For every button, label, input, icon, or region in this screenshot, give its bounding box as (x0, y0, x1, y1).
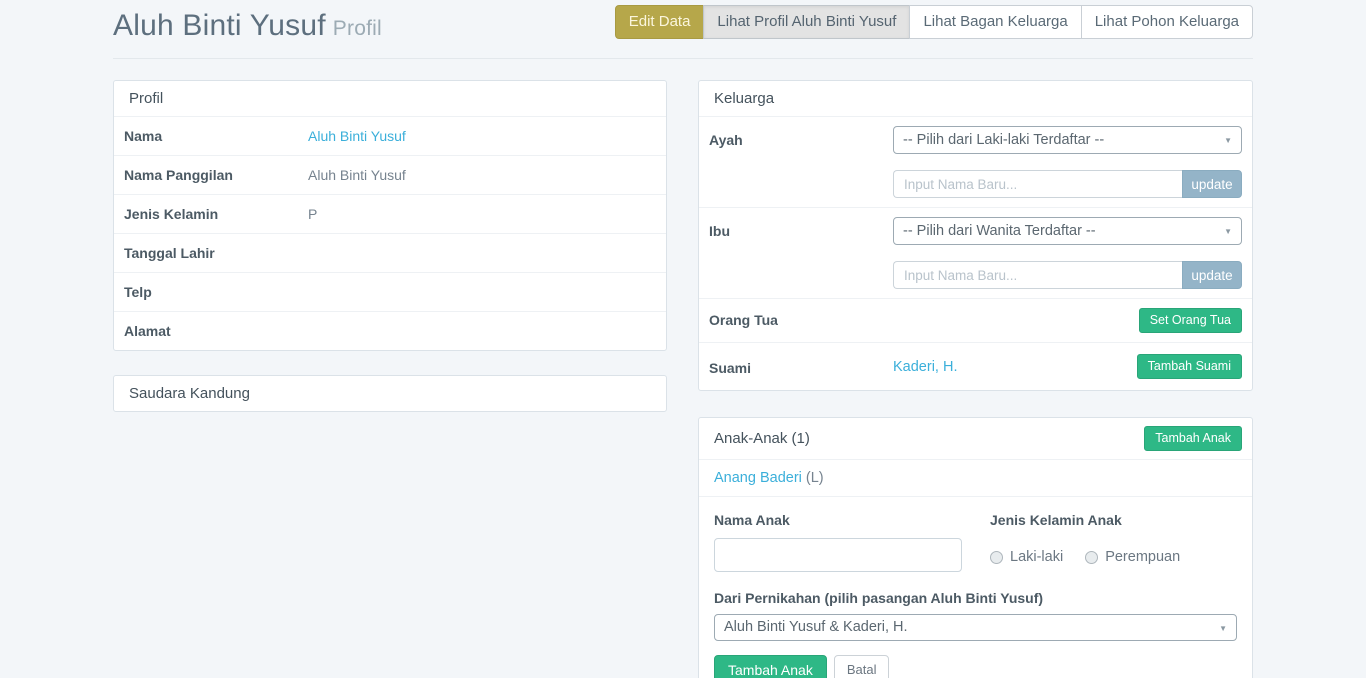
set-orang-tua-button[interactable]: Set Orang Tua (1139, 308, 1242, 333)
add-child-form: Nama Anak Jenis Kelamin Anak Laki-laki P… (699, 496, 1252, 678)
orang-tua-row: Orang Tua Set Orang Tua (699, 298, 1252, 342)
jenis-kelamin-anak-label: Jenis Kelamin Anak (990, 512, 1237, 529)
person-name: Aluh Binti Yusuf (113, 9, 326, 42)
dari-pernikahan-label: Dari Pernikahan (pilih pasangan Aluh Bin… (714, 590, 1237, 607)
table-row: Tanggal Lahir (114, 233, 666, 272)
table-row: Nama Aluh Binti Yusuf (114, 116, 666, 155)
chevron-down-icon: ▼ (1224, 128, 1232, 154)
row-label: Telp (124, 282, 308, 302)
row-value (308, 243, 656, 263)
suami-label: Suami (709, 354, 893, 379)
ibu-row: Ibu -- Pilih dari Wanita Terdaftar -- ▼ … (699, 207, 1252, 298)
edit-data-button[interactable]: Edit Data (615, 5, 705, 39)
batal-button[interactable]: Batal (834, 655, 890, 678)
row-label: Nama (124, 126, 308, 146)
ibu-label: Ibu (709, 217, 893, 289)
ayah-new-name-input[interactable] (893, 170, 1182, 198)
nama-link[interactable]: Aluh Binti Yusuf (308, 128, 406, 144)
child-list-item: Anang Baderi (L) (699, 459, 1252, 496)
nama-anak-label: Nama Anak (714, 512, 962, 529)
keluarga-panel-title: Keluarga (699, 81, 1252, 116)
row-value (308, 321, 656, 341)
page-subtitle: Profil (333, 17, 382, 40)
tambah-suami-button[interactable]: Tambah Suami (1137, 354, 1242, 379)
table-row: Alamat (114, 311, 666, 350)
ayah-select[interactable]: -- Pilih dari Laki-laki Terdaftar -- ▼ (893, 126, 1242, 154)
view-toolbar: Edit Data Lihat Profil Aluh Binti Yusuf … (615, 5, 1253, 39)
ibu-select-value: -- Pilih dari Wanita Terdaftar -- (903, 223, 1096, 239)
suami-link[interactable]: Kaderi, H. (893, 359, 957, 375)
ibu-update-button[interactable]: update (1182, 261, 1242, 289)
suami-row: Suami Kaderi, H. Tambah Suami (699, 342, 1252, 390)
orang-tua-label: Orang Tua (709, 308, 893, 333)
anak-anak-panel: Anak-Anak (1) Tambah Anak Anang Baderi (… (698, 417, 1253, 678)
radio-perempuan-label[interactable]: Perempuan (1105, 549, 1180, 565)
lihat-pohon-button[interactable]: Lihat Pohon Keluarga (1081, 5, 1253, 39)
child-link[interactable]: Anang Baderi (714, 470, 802, 486)
row-value (308, 282, 656, 302)
profil-panel-title: Profil (114, 81, 666, 116)
ayah-label: Ayah (709, 126, 893, 198)
profil-panel: Profil Nama Aluh Binti Yusuf Nama Panggi… (113, 80, 667, 351)
ibu-new-name-input[interactable] (893, 261, 1182, 289)
pernikahan-select-value: Aluh Binti Yusuf & Kaderi, H. (724, 619, 908, 635)
row-value: Aluh Binti Yusuf (308, 165, 656, 185)
radio-laki-laki-label[interactable]: Laki-laki (1010, 549, 1063, 565)
child-gender: (L) (806, 470, 824, 486)
saudara-kandung-panel: Saudara Kandung (113, 375, 667, 412)
row-label: Jenis Kelamin (124, 204, 308, 224)
pernikahan-select[interactable]: Aluh Binti Yusuf & Kaderi, H. ▼ (714, 614, 1237, 641)
table-row: Nama Panggilan Aluh Binti Yusuf (114, 155, 666, 194)
row-label: Tanggal Lahir (124, 243, 308, 263)
saudara-kandung-title: Saudara Kandung (114, 376, 666, 411)
tambah-anak-submit-button[interactable]: Tambah Anak (714, 655, 827, 678)
radio-laki-laki[interactable] (990, 551, 1003, 564)
keluarga-panel: Keluarga Ayah -- Pilih dari Laki-laki Te… (698, 80, 1253, 391)
row-label: Alamat (124, 321, 308, 341)
chevron-down-icon: ▼ (1224, 219, 1232, 245)
nama-anak-input[interactable] (714, 538, 962, 572)
anak-anak-title: Anak-Anak (1) (714, 430, 810, 447)
table-row: Telp (114, 272, 666, 311)
ayah-update-button[interactable]: update (1182, 170, 1242, 198)
lihat-bagan-button[interactable]: Lihat Bagan Keluarga (909, 5, 1081, 39)
lihat-profil-button[interactable]: Lihat Profil Aluh Binti Yusuf (703, 5, 910, 39)
ayah-select-value: -- Pilih dari Laki-laki Terdaftar -- (903, 132, 1104, 148)
page-header: Aluh Binti Yusuf Profil Edit Data Lihat P… (113, 0, 1253, 59)
radio-perempuan[interactable] (1085, 551, 1098, 564)
row-value: P (308, 204, 656, 224)
ibu-select[interactable]: -- Pilih dari Wanita Terdaftar -- ▼ (893, 217, 1242, 245)
chevron-down-icon: ▼ (1219, 616, 1227, 641)
ayah-row: Ayah -- Pilih dari Laki-laki Terdaftar -… (699, 116, 1252, 207)
tambah-anak-header-button[interactable]: Tambah Anak (1144, 426, 1242, 451)
table-row: Jenis Kelamin P (114, 194, 666, 233)
row-label: Nama Panggilan (124, 165, 308, 185)
